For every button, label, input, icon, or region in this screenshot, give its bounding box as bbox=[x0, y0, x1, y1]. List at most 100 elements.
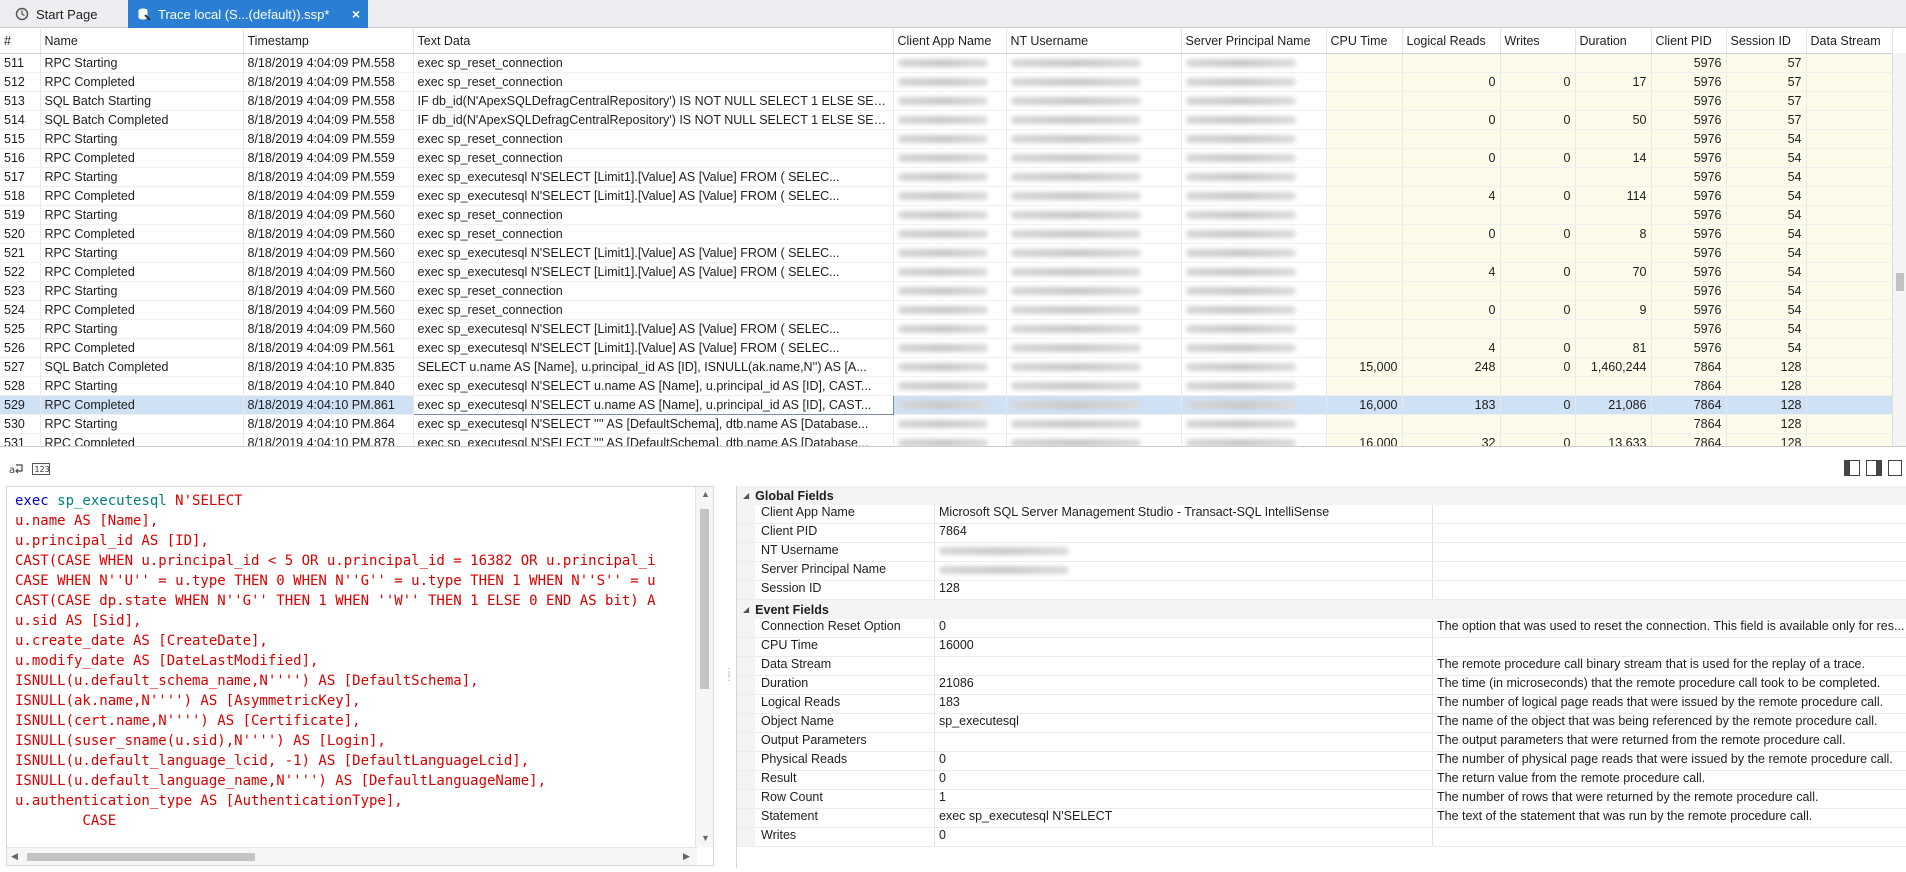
tab-start-page[interactable]: Start Page bbox=[6, 0, 124, 28]
property-value[interactable]: 0 bbox=[935, 619, 1433, 637]
column-header-data-stream[interactable]: Data Stream bbox=[1806, 29, 1893, 54]
property-value[interactable]: 0 bbox=[935, 828, 1433, 846]
category-global-fields[interactable]: ◢ Global Fields bbox=[737, 486, 1906, 505]
table-row[interactable]: 526 RPC Completed 8/18/2019 4:04:09 PM.561… bbox=[0, 338, 1893, 358]
grid-vertical-scrollbar[interactable] bbox=[1892, 53, 1906, 446]
table-row[interactable]: 519 RPC Starting 8/18/2019 4:04:09 PM.560 e… bbox=[0, 205, 1893, 225]
redacted-value bbox=[897, 97, 988, 106]
scroll-up-icon[interactable]: ▲ bbox=[701, 489, 710, 499]
table-row[interactable]: 514 SQL Batch Completed 8/18/2019 4:04:09 … bbox=[0, 110, 1893, 130]
sql-text-editor[interactable]: exec sp_executesql N'SELECT u.name AS [Na… bbox=[6, 486, 714, 866]
close-icon[interactable]: × bbox=[352, 6, 360, 22]
property-value[interactable]: 0 bbox=[935, 752, 1433, 770]
column-header-client-pid[interactable]: Client PID bbox=[1651, 29, 1727, 54]
editor-hscroll-thumb[interactable] bbox=[27, 853, 255, 861]
property-value[interactable]: 0 bbox=[935, 771, 1433, 789]
property-row[interactable]: Result 0 The return value from the remote … bbox=[737, 771, 1906, 790]
column-header-duration[interactable]: Duration bbox=[1575, 29, 1652, 54]
sql-code[interactable]: exec sp_executesql N'SELECT u.name AS [Na… bbox=[15, 491, 695, 847]
column-header-number[interactable]: # bbox=[0, 29, 41, 54]
table-row[interactable]: 527 SQL Batch Completed 8/18/2019 4:04:10 … bbox=[0, 357, 1893, 377]
wrap-text-icon[interactable]: a bbox=[8, 460, 26, 478]
table-row[interactable]: 524 RPC Completed 8/18/2019 4:04:09 PM.560… bbox=[0, 300, 1893, 320]
table-row[interactable]: 518 RPC Completed 8/18/2019 4:04:09 PM.559… bbox=[0, 186, 1893, 206]
table-row[interactable]: 525 RPC Starting 8/18/2019 4:04:09 PM.560 e… bbox=[0, 319, 1893, 339]
table-row[interactable]: 512 RPC Completed 8/18/2019 4:04:09 PM.558… bbox=[0, 72, 1893, 92]
property-row[interactable]: CPU Time 16000 bbox=[737, 638, 1906, 657]
property-value[interactable]: Microsoft SQL Server Management Studio -… bbox=[935, 505, 1433, 523]
category-event-fields[interactable]: ◢ Event Fields bbox=[737, 600, 1906, 619]
cell-cpu-time bbox=[1326, 53, 1403, 73]
property-value[interactable] bbox=[935, 733, 1433, 751]
column-header-logical-reads[interactable]: Logical Reads bbox=[1402, 29, 1501, 54]
column-header-nt-username[interactable]: NT Username bbox=[1006, 29, 1182, 54]
table-row[interactable]: 523 RPC Starting 8/18/2019 4:04:09 PM.560 e… bbox=[0, 281, 1893, 301]
property-value[interactable] bbox=[935, 562, 1433, 580]
scroll-left-icon[interactable]: ◀ bbox=[11, 851, 18, 862]
cell-nt-username bbox=[1006, 414, 1182, 434]
cell-name: RPC Starting bbox=[40, 205, 244, 225]
table-row[interactable]: 529 RPC Completed 8/18/2019 4:04:10 PM.861… bbox=[0, 394, 1893, 415]
property-row[interactable]: Statement exec sp_executesql N'SELECT The … bbox=[737, 809, 1906, 828]
property-row[interactable]: Logical Reads 183 The number of logical pa… bbox=[737, 695, 1906, 714]
layout-right-icon[interactable] bbox=[1866, 460, 1882, 476]
column-header-name[interactable]: Name bbox=[40, 29, 244, 54]
table-row[interactable]: 522 RPC Completed 8/18/2019 4:04:09 PM.560… bbox=[0, 262, 1893, 282]
property-value[interactable]: 16000 bbox=[935, 638, 1433, 656]
property-row[interactable]: Session ID 128 bbox=[737, 581, 1906, 600]
table-row[interactable]: 520 RPC Completed 8/18/2019 4:04:09 PM.560… bbox=[0, 224, 1893, 244]
tab-trace-local[interactable]: Trace local (S...(default)).ssp* × bbox=[128, 0, 368, 28]
property-value[interactable]: 7864 bbox=[935, 524, 1433, 542]
table-row[interactable]: 531 RPC Completed 8/18/2019 4:04:10 PM.878… bbox=[0, 433, 1893, 446]
property-value[interactable]: 1 bbox=[935, 790, 1433, 808]
table-row[interactable]: 515 RPC Starting 8/18/2019 4:04:09 PM.559 e… bbox=[0, 129, 1893, 149]
property-row[interactable]: Connection Reset Option 0 The option that … bbox=[737, 619, 1906, 638]
property-value[interactable] bbox=[935, 657, 1433, 675]
numbers-icon[interactable]: 123 bbox=[32, 460, 50, 478]
layout-left-icon[interactable] bbox=[1844, 460, 1860, 476]
table-row[interactable]: 516 RPC Completed 8/18/2019 4:04:09 PM.559… bbox=[0, 148, 1893, 168]
splitter-grip-icon[interactable]: ⋮ ⋮ bbox=[724, 668, 734, 692]
property-row[interactable]: Physical Reads 0 The number of physical pa… bbox=[737, 752, 1906, 771]
table-row[interactable]: 521 RPC Starting 8/18/2019 4:04:09 PM.560 e… bbox=[0, 243, 1893, 263]
property-value[interactable]: 21086 bbox=[935, 676, 1433, 694]
cell-logical-reads bbox=[1402, 243, 1501, 263]
column-header-client-app-name[interactable]: Client App Name bbox=[893, 29, 1007, 54]
editor-vscroll-thumb[interactable] bbox=[700, 509, 709, 689]
collapse-triangle-icon[interactable]: ◢ bbox=[743, 491, 749, 500]
column-header-timestamp[interactable]: Timestamp bbox=[243, 29, 414, 54]
layout-split-icon[interactable] bbox=[1888, 460, 1902, 476]
property-row[interactable]: Object Name sp_executesql The name of the … bbox=[737, 714, 1906, 733]
property-row[interactable]: Duration 21086 The time (in microseconds) … bbox=[737, 676, 1906, 695]
table-row[interactable]: 517 RPC Starting 8/18/2019 4:04:09 PM.559 e… bbox=[0, 167, 1893, 187]
column-header-server-principal-name[interactable]: Server Principal Name bbox=[1181, 29, 1327, 54]
column-header-writes[interactable]: Writes bbox=[1500, 29, 1576, 54]
property-value[interactable]: sp_executesql bbox=[935, 714, 1433, 732]
property-row[interactable]: Row Count 1 The number of rows that were r… bbox=[737, 790, 1906, 809]
property-value[interactable] bbox=[935, 543, 1433, 561]
property-value[interactable]: 183 bbox=[935, 695, 1433, 713]
property-value[interactable]: exec sp_executesql N'SELECT bbox=[935, 809, 1433, 827]
column-header-session-id[interactable]: Session ID bbox=[1726, 29, 1807, 54]
property-row[interactable]: Output Parameters The output parameters t… bbox=[737, 733, 1906, 752]
table-row[interactable]: 530 RPC Starting 8/18/2019 4:04:10 PM.864 e… bbox=[0, 414, 1893, 434]
grid-scroll-thumb[interactable] bbox=[1896, 273, 1904, 291]
property-row[interactable]: Client App Name Microsoft SQL Server Mana… bbox=[737, 505, 1906, 524]
property-row[interactable]: Data Stream The remote procedure call bin… bbox=[737, 657, 1906, 676]
property-row[interactable]: Writes 0 bbox=[737, 828, 1906, 847]
collapse-triangle-icon[interactable]: ◢ bbox=[743, 605, 749, 614]
table-row[interactable]: 528 RPC Starting 8/18/2019 4:04:10 PM.840 e… bbox=[0, 376, 1893, 396]
table-row[interactable]: 513 SQL Batch Starting 8/18/2019 4:04:09 P… bbox=[0, 91, 1893, 111]
scroll-down-icon[interactable]: ▼ bbox=[701, 833, 710, 843]
cell-session-id: 128 bbox=[1726, 395, 1807, 415]
column-header-cpu-time[interactable]: CPU Time bbox=[1326, 29, 1403, 54]
table-row[interactable]: 511 RPC Starting 8/18/2019 4:04:09 PM.558 e… bbox=[0, 53, 1893, 73]
property-row[interactable]: Client PID 7864 bbox=[737, 524, 1906, 543]
column-header-text-data[interactable]: Text Data bbox=[413, 29, 894, 54]
editor-vertical-scrollbar[interactable]: ▲ ▼ bbox=[695, 487, 713, 847]
property-row[interactable]: Server Principal Name bbox=[737, 562, 1906, 581]
property-row[interactable]: NT Username bbox=[737, 543, 1906, 562]
editor-horizontal-scrollbar[interactable]: ◀ ▶ bbox=[7, 847, 697, 865]
scroll-right-icon[interactable]: ▶ bbox=[683, 851, 690, 862]
property-value[interactable]: 128 bbox=[935, 581, 1433, 599]
